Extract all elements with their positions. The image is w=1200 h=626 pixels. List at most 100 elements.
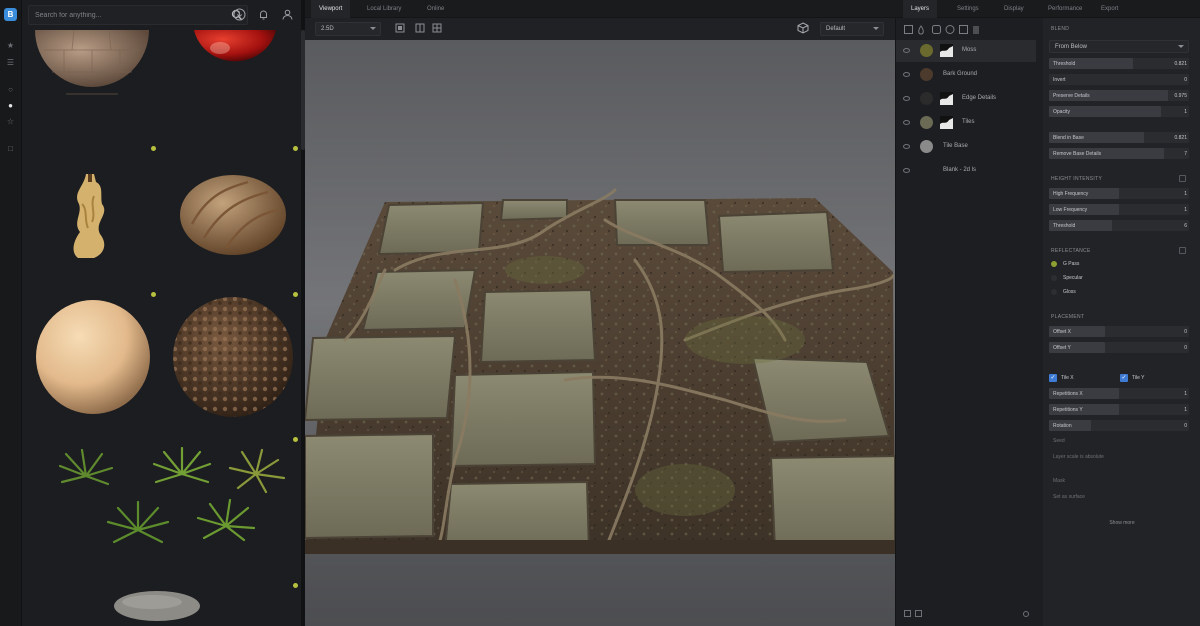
slider-preserve-details[interactable]: Preserve Details 0.975 xyxy=(1049,90,1189,101)
slider-threshold[interactable]: Threshold 6 xyxy=(1049,220,1189,231)
layer-row[interactable]: Moss xyxy=(896,40,1036,62)
visibility-eye-icon[interactable] xyxy=(903,144,910,149)
visibility-eye-icon[interactable] xyxy=(903,120,910,125)
display-mode-dropdown[interactable]: 2.5D xyxy=(315,22,381,36)
channel-label: Specular xyxy=(1063,275,1083,281)
tab-display[interactable]: Display xyxy=(996,0,1032,18)
add-layer-icon xyxy=(904,25,913,34)
channel-toggle[interactable]: Specular xyxy=(1051,274,1181,284)
download-icon[interactable] xyxy=(233,8,246,21)
layer-thumbnail xyxy=(920,140,933,153)
slider-value: 1 xyxy=(1184,109,1187,115)
seed-label: Seed xyxy=(1053,438,1065,444)
layer-mask-thumbnail[interactable] xyxy=(940,116,953,129)
tab-online[interactable]: Online xyxy=(419,0,452,18)
channel-toggle[interactable]: Gloss xyxy=(1051,288,1181,298)
section-title: REFLECTANCE xyxy=(1051,248,1091,254)
expand-icon[interactable] xyxy=(1179,175,1186,182)
notification-bell-icon[interactable] xyxy=(257,8,270,21)
slider-rotation[interactable]: Rotation 0 xyxy=(1049,420,1189,431)
mask-label: Mask xyxy=(1053,478,1065,484)
slider-repetitions-y[interactable]: Repetitions Y 1 xyxy=(1049,404,1189,415)
globe-icon[interactable]: ○ xyxy=(5,84,16,95)
section-channels: REFLECTANCE xyxy=(1051,247,1186,254)
slider-low-frequency[interactable]: Low Frequency 1 xyxy=(1049,204,1189,215)
asset-apple[interactable] xyxy=(192,30,278,110)
slider-value: 6 xyxy=(1184,223,1187,229)
slider-label: Low Frequency xyxy=(1053,207,1088,213)
visibility-eye-icon[interactable] xyxy=(903,168,910,173)
user-account-icon[interactable] xyxy=(281,8,294,21)
slider-opacity[interactable]: Opacity 1 xyxy=(1049,106,1189,117)
notes-icon[interactable]: □ xyxy=(5,143,16,154)
slider-label: Rotation xyxy=(1053,423,1072,429)
tab-viewport[interactable]: Viewport xyxy=(311,0,351,18)
check-circle-icon[interactable]: ● xyxy=(5,100,16,111)
layer-toolbar xyxy=(904,25,979,35)
tab-settings[interactable]: Settings xyxy=(949,0,987,18)
layer-row[interactable]: Bark Ground xyxy=(896,64,1036,86)
display-mode-value: 2.5D xyxy=(321,26,334,32)
grid-view-icon[interactable] xyxy=(432,23,442,33)
library-icon[interactable]: ☰ xyxy=(5,57,16,68)
layer-row[interactable]: Tile Base xyxy=(896,136,1036,158)
layer-row[interactable]: Blank - 2d ls xyxy=(896,160,1036,182)
tab-layers[interactable]: Layers xyxy=(903,0,938,18)
slider-value: 0 xyxy=(1184,423,1187,429)
search-bar[interactable] xyxy=(28,5,248,25)
channel-toggle[interactable]: G Pass xyxy=(1051,260,1181,270)
app-logo-icon[interactable]: B xyxy=(4,8,17,21)
check-icon: ✓ xyxy=(1049,374,1057,382)
search-input[interactable] xyxy=(35,9,205,22)
slider-label: Opacity xyxy=(1053,109,1070,115)
favorite-indicator xyxy=(151,146,156,151)
slider-high-frequency[interactable]: High Frequency 1 xyxy=(1049,188,1189,199)
settings-gear-icon[interactable] xyxy=(1022,610,1030,618)
bookmark-icon[interactable]: ★ xyxy=(5,40,16,51)
folder-icon xyxy=(959,25,968,34)
tab-export[interactable]: Export xyxy=(1093,0,1126,18)
slider-invert[interactable]: Invert 0 xyxy=(1049,74,1189,85)
asset-browser xyxy=(22,0,305,626)
slider-repetitions-x[interactable]: Repetitions X 1 xyxy=(1049,388,1189,399)
slider-value: 0 xyxy=(1184,77,1187,83)
asset-fern-plants[interactable] xyxy=(56,446,296,556)
asset-rock-slab[interactable] xyxy=(112,588,202,626)
slider-offset-y[interactable]: Offset Y 0 xyxy=(1049,342,1189,353)
visibility-eye-icon[interactable] xyxy=(903,48,910,53)
layer-mask-thumbnail[interactable] xyxy=(940,92,953,105)
tab-local-library[interactable]: Local Library xyxy=(359,0,409,18)
layer-row[interactable]: Tiles xyxy=(896,112,1036,134)
asset-bread-loaf[interactable] xyxy=(178,174,288,256)
asset-gravel-sphere[interactable] xyxy=(172,296,294,418)
slider-remove-base-details[interactable]: Remove Base Details 7 xyxy=(1049,148,1189,159)
layer-name: Tiles xyxy=(962,119,975,125)
circle-tool-icon xyxy=(945,25,955,34)
asset-sandstone-sphere[interactable] xyxy=(34,30,150,122)
layer-footer-icons[interactable] xyxy=(904,610,924,618)
frame-icon[interactable] xyxy=(395,23,405,33)
blend-mode-dropdown[interactable]: From Below xyxy=(1049,40,1189,53)
3d-viewport[interactable] xyxy=(305,40,895,626)
cube-icon[interactable] xyxy=(797,22,809,34)
icon-rail: B ★ ☰ ○ ● ☆ □ xyxy=(0,0,22,626)
slider-threshold[interactable]: Threshold 0.821 xyxy=(1049,58,1189,69)
asset-plaster-sphere[interactable] xyxy=(34,298,152,416)
section-title: HEIGHT INTENSITY xyxy=(1051,176,1103,182)
favorites-icon[interactable]: ☆ xyxy=(5,116,16,127)
asset-apple-core[interactable] xyxy=(64,174,120,260)
layer-mask-thumbnail[interactable] xyxy=(940,44,953,57)
slider-offset-x[interactable]: Offset X 0 xyxy=(1049,326,1189,337)
slider-blend-in-base[interactable]: Blend in Base 0.821 xyxy=(1049,132,1189,143)
split-view-icon[interactable] xyxy=(415,23,425,33)
slider-label: Threshold xyxy=(1053,61,1076,67)
tile-y-label: Tile Y xyxy=(1132,375,1145,381)
camera-dropdown[interactable]: Default xyxy=(820,22,884,36)
expand-icon[interactable] xyxy=(1179,247,1186,254)
viewport-tabs: Viewport Local Library Online xyxy=(305,0,895,18)
layer-row[interactable]: Edge Details xyxy=(896,88,1036,110)
tab-performance[interactable]: Performance xyxy=(1040,0,1090,18)
visibility-eye-icon[interactable] xyxy=(903,72,910,77)
visibility-eye-icon[interactable] xyxy=(903,96,910,101)
show-more-button[interactable]: Show more xyxy=(1077,517,1167,529)
